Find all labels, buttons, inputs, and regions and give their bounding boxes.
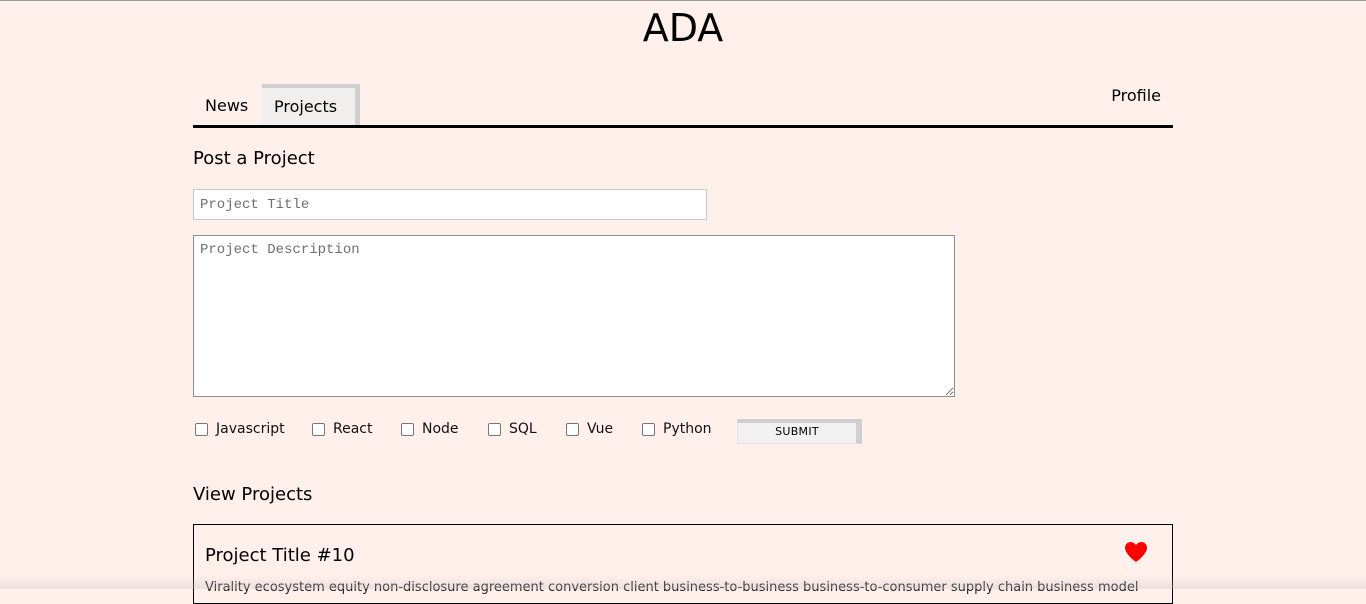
tag-checkbox-group: Javascript React Node SQL Vue Python SUB… (193, 418, 893, 444)
nav-bar: News Projects Profile (193, 84, 1173, 128)
react-checkbox[interactable] (312, 422, 325, 436)
tag-label: Node (422, 421, 459, 437)
tag-label: Python (663, 421, 712, 437)
tag-label: React (333, 421, 373, 437)
tag-node[interactable]: Node (401, 418, 459, 440)
project-card: Project Title #10 Virality ecosystem equ… (193, 524, 1173, 604)
node-checkbox[interactable] (401, 422, 414, 436)
tag-label: Vue (587, 421, 614, 437)
tag-python[interactable]: Python (642, 418, 712, 440)
tag-label: Javascript (216, 421, 285, 437)
project-title-input[interactable] (193, 189, 707, 220)
heart-icon[interactable] (1124, 541, 1148, 563)
vue-checkbox[interactable] (566, 422, 579, 436)
submit-button[interactable]: SUBMIT (737, 419, 862, 444)
profile-link[interactable]: Profile (1111, 84, 1161, 108)
tag-sql[interactable]: SQL (488, 418, 537, 440)
tag-react[interactable]: React (312, 418, 372, 440)
tag-vue[interactable]: Vue (566, 418, 613, 440)
view-projects-heading: View Projects (193, 484, 313, 505)
tag-label: SQL (509, 421, 537, 437)
project-title: Project Title #10 (205, 545, 355, 566)
python-checkbox[interactable] (642, 422, 655, 436)
project-description: Virality ecosystem equity non-disclosure… (205, 580, 1139, 595)
project-description-input[interactable] (193, 235, 955, 397)
tab-projects[interactable]: Projects (262, 84, 360, 125)
tab-news[interactable]: News (205, 84, 248, 125)
site-logo[interactable]: ADA (0, 6, 1366, 50)
tag-javascript[interactable]: Javascript (195, 418, 285, 440)
javascript-checkbox[interactable] (195, 422, 208, 436)
sql-checkbox[interactable] (488, 422, 501, 436)
post-project-heading: Post a Project (193, 148, 315, 169)
top-divider (0, 0, 1366, 1)
